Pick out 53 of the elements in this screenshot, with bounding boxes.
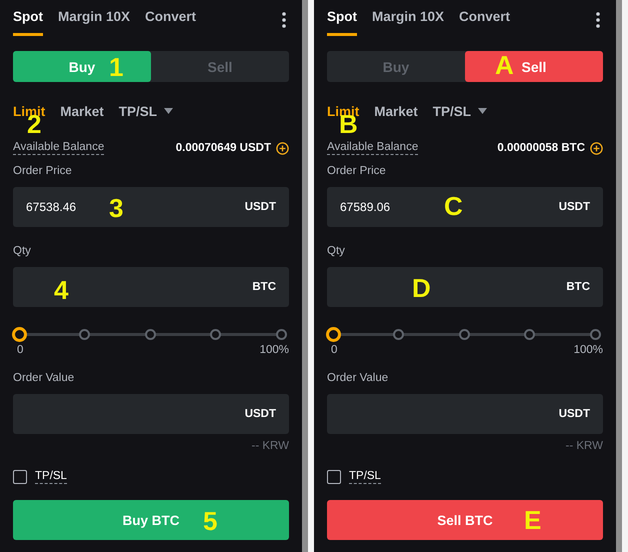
checkbox[interactable] <box>13 470 27 484</box>
slider-max-label: 100% <box>574 344 603 356</box>
balance-label: Available Balance <box>13 141 104 155</box>
field-label: Order Value <box>327 372 390 386</box>
tab[interactable]: Margin 10X <box>58 0 130 36</box>
annotation-label: C <box>444 193 463 219</box>
balance-label: Available Balance <box>327 141 418 155</box>
more-icon <box>596 12 600 28</box>
submit-button[interactable]: Sell BTC E <box>327 500 603 540</box>
annotation-label: E <box>524 507 542 533</box>
price-field[interactable]: 67589.06 C USDT <box>327 187 603 227</box>
slider-min-label: 0 <box>17 344 24 356</box>
slider-max-label: 100% <box>260 344 289 356</box>
order-type-tab[interactable]: Market <box>60 104 104 118</box>
order-value-field[interactable]: USDT <box>13 394 289 434</box>
caret-icon <box>164 108 174 114</box>
annotation-label: 1 <box>109 54 124 80</box>
tab[interactable]: Spot <box>13 0 43 36</box>
field-label: Order Price <box>13 165 73 179</box>
tpsl-label: TP/SL <box>349 470 381 484</box>
field-label: Order Price <box>327 165 387 179</box>
annotation-label: 4 <box>54 277 68 303</box>
checkbox[interactable] <box>327 470 341 484</box>
field-label: Qty <box>13 245 32 259</box>
balance-value: 0.00000058 BTC <box>497 142 585 154</box>
annotation-label: D <box>412 275 431 301</box>
tpsl-label: TP/SL <box>35 470 67 484</box>
add-icon <box>276 142 289 154</box>
order-type-tab[interactable]: TP/SL <box>118 104 174 118</box>
quantity-field[interactable]: D BTC <box>327 267 603 307</box>
tab[interactable]: Convert <box>459 0 510 36</box>
field-label: Qty <box>327 245 346 259</box>
slider[interactable] <box>13 327 289 341</box>
order-type-tab[interactable]: Market <box>374 104 418 118</box>
add-icon <box>590 142 603 154</box>
price-field[interactable]: 67538.46 3 USDT <box>13 187 289 227</box>
annotation-label: 3 <box>109 195 124 221</box>
quantity-field[interactable]: 4 BTC <box>13 267 289 307</box>
more-icon <box>282 12 286 28</box>
tab[interactable]: Margin 10X <box>372 0 444 36</box>
field-label: Order Value <box>13 372 76 386</box>
annotation-label: A <box>495 52 514 78</box>
annotation-label: 5 <box>203 508 218 534</box>
order-type-tab[interactable]: TP/SL <box>432 104 488 118</box>
slider[interactable] <box>327 327 603 341</box>
tab[interactable]: Convert <box>145 0 196 36</box>
order-value-field[interactable]: USDT <box>327 394 603 434</box>
caret-icon <box>478 108 488 114</box>
slider-min-label: 0 <box>331 344 338 356</box>
tab[interactable]: Spot <box>327 0 357 36</box>
balance-value: 0.00070649 USDT <box>176 142 271 154</box>
converted-value: -- KRW <box>250 440 289 452</box>
converted-value: -- KRW <box>564 440 603 452</box>
